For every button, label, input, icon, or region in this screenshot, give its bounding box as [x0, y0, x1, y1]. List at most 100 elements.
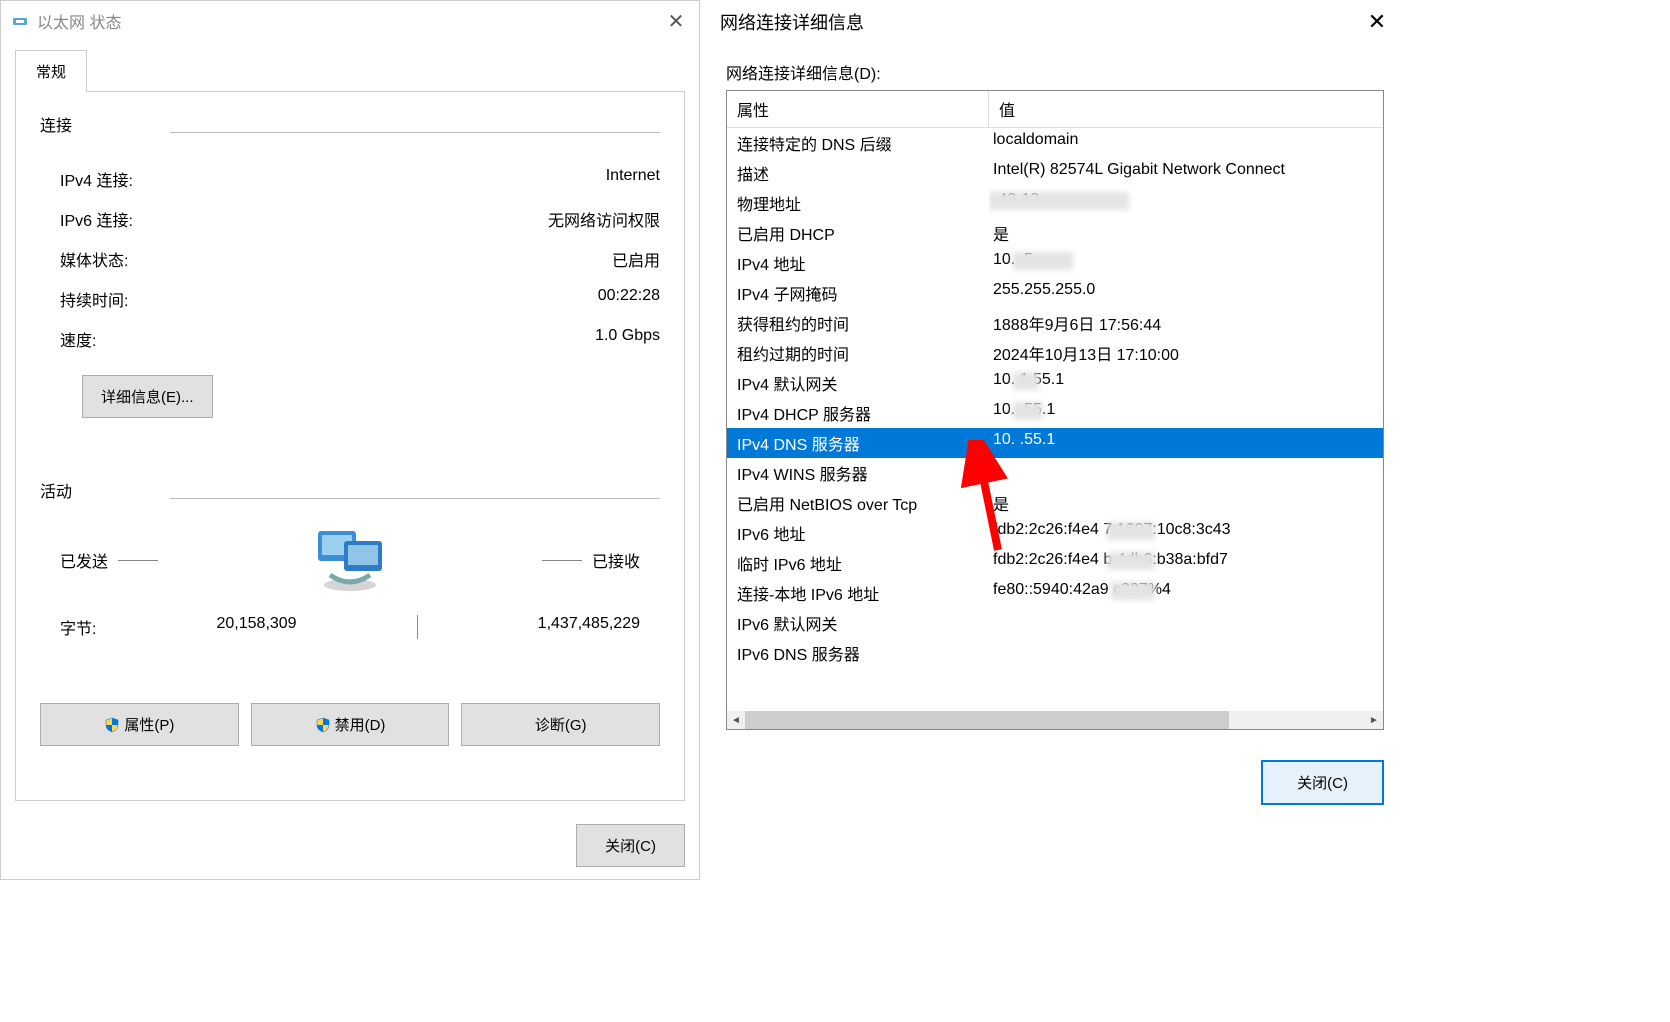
tab-general[interactable]: 常规 [15, 50, 87, 92]
td-property: IPv4 DHCP 服务器 [727, 398, 989, 428]
duration-value: 00:22:28 [598, 287, 660, 311]
properties-button[interactable]: 属性(P) [40, 703, 239, 746]
properties-label: 属性(P) [124, 714, 174, 735]
table-row[interactable]: IPv4 DHCP 服务器10. .55.1 [727, 398, 1383, 428]
tab-panel: 连接 IPv4 连接: Internet IPv6 连接: 无网络访问权限 媒体… [15, 91, 685, 801]
details-close-button[interactable]: 关闭(C) [1261, 760, 1384, 805]
td-value [989, 608, 1383, 638]
duration-label: 持续时间: [60, 287, 128, 311]
td-property: IPv4 默认网关 [727, 368, 989, 398]
td-value: 255.255.255.0 [989, 278, 1383, 308]
ipv6-row: IPv6 连接: 无网络访问权限 [40, 199, 660, 239]
table-row[interactable]: 物理地址 -43-13 [727, 188, 1383, 218]
horizontal-scrollbar[interactable]: ◄ ► [727, 711, 1383, 729]
td-property: IPv6 地址 [727, 518, 989, 548]
table-row[interactable]: IPv4 DNS 服务器10. .55.1 [727, 428, 1383, 458]
table-row[interactable]: IPv6 默认网关 [727, 608, 1383, 638]
details-titlebar[interactable]: 网络连接详细信息 ✕ [710, 0, 1400, 44]
close-button[interactable]: 关闭(C) [576, 824, 685, 867]
ipv6-label: IPv6 连接: [60, 207, 133, 231]
td-value: 是 [989, 488, 1383, 518]
speed-row: 速度: 1.0 Gbps [40, 319, 660, 359]
td-property: IPv6 DNS 服务器 [727, 638, 989, 668]
details-table: 属性 值 连接特定的 DNS 后缀localdomain描述Intel(R) 8… [726, 90, 1384, 730]
td-value: 10. .55.1 [989, 398, 1383, 428]
details-title: 网络连接详细信息 [720, 9, 864, 35]
td-value: -43-13 [989, 188, 1383, 218]
td-property: 描述 [727, 158, 989, 188]
computers-icon [310, 525, 390, 595]
td-value [989, 638, 1383, 668]
td-value [989, 458, 1383, 488]
td-value: 10. .5 [989, 248, 1383, 278]
duration-row: 持续时间: 00:22:28 [40, 279, 660, 319]
td-value: 10. .55.1 [989, 428, 1383, 458]
th-value[interactable]: 值 [989, 91, 1383, 127]
status-title: 以太网 状态 [37, 9, 121, 33]
th-property[interactable]: 属性 [727, 91, 989, 127]
status-titlebar[interactable]: 以太网 状态 ✕ [1, 1, 699, 41]
table-row[interactable]: IPv6 地址fdb2:2c26:f4e4 7:1607:10c8:3c43 [727, 518, 1383, 548]
td-value: fdb2:2c26:f4e4 b:4db6:b38a:bfd7 [989, 548, 1383, 578]
bytes-sent: 20,158,309 [217, 615, 297, 639]
dash [118, 560, 158, 561]
shield-icon [315, 717, 331, 733]
td-value: Intel(R) 82574L Gigabit Network Connect [989, 158, 1383, 188]
table-row[interactable]: IPv4 WINS 服务器 [727, 458, 1383, 488]
td-property: IPv4 DNS 服务器 [727, 428, 989, 458]
divider [417, 615, 418, 639]
table-row[interactable]: IPv4 默认网关10. 1.55.1 [727, 368, 1383, 398]
disable-button[interactable]: 禁用(D) [251, 703, 450, 746]
bytes-label: 字节: [60, 615, 96, 639]
ipv6-value: 无网络访问权限 [548, 207, 660, 231]
td-property: 已启用 DHCP [727, 218, 989, 248]
table-row[interactable]: IPv4 子网掩码255.255.255.0 [727, 278, 1383, 308]
td-property: 连接-本地 IPv6 地址 [727, 578, 989, 608]
details-button[interactable]: 详细信息(E)... [82, 375, 213, 418]
td-value: fe80::5940:42a9 c327%4 [989, 578, 1383, 608]
td-value: 1888年9月6日 17:56:44 [989, 308, 1383, 338]
close-icon[interactable]: ✕ [1354, 0, 1400, 44]
sent-label: 已发送 [60, 548, 108, 572]
table-row[interactable]: 已启用 NetBIOS over Tcp是 [727, 488, 1383, 518]
td-property: 连接特定的 DNS 后缀 [727, 128, 989, 158]
scroll-track[interactable] [745, 711, 1365, 729]
recv-label: 已接收 [592, 548, 640, 572]
td-property: 租约过期的时间 [727, 338, 989, 368]
scroll-left-icon[interactable]: ◄ [727, 711, 745, 729]
scroll-thumb[interactable] [745, 711, 1229, 729]
table-header: 属性 值 [727, 91, 1383, 128]
ipv4-label: IPv4 连接: [60, 167, 133, 191]
td-value: 2024年10月13日 17:10:00 [989, 338, 1383, 368]
td-property: IPv6 默认网关 [727, 608, 989, 638]
td-property: 物理地址 [727, 188, 989, 218]
bytes-recv: 1,437,485,229 [538, 615, 640, 639]
td-value: 10. 1.55.1 [989, 368, 1383, 398]
ipv4-row: IPv4 连接: Internet [40, 159, 660, 199]
shield-icon [104, 717, 120, 733]
ethernet-status-dialog: 以太网 状态 ✕ 常规 连接 IPv4 连接: Internet IPv6 连接… [0, 0, 700, 880]
speed-label: 速度: [60, 327, 96, 351]
td-value: 是 [989, 218, 1383, 248]
close-icon[interactable]: ✕ [653, 1, 699, 41]
td-property: IPv4 子网掩码 [727, 278, 989, 308]
table-row[interactable]: 已启用 DHCP是 [727, 218, 1383, 248]
diagnose-button[interactable]: 诊断(G) [461, 703, 660, 746]
td-property: 临时 IPv6 地址 [727, 548, 989, 578]
td-value: localdomain [989, 128, 1383, 158]
td-value: fdb2:2c26:f4e4 7:1607:10c8:3c43 [989, 518, 1383, 548]
td-property: IPv4 WINS 服务器 [727, 458, 989, 488]
details-section-label: 网络连接详细信息(D): [726, 60, 1384, 84]
connection-group-label: 连接 [40, 112, 660, 140]
table-row[interactable]: 获得租约的时间1888年9月6日 17:56:44 [727, 308, 1383, 338]
dash [542, 560, 582, 561]
table-row[interactable]: 描述Intel(R) 82574L Gigabit Network Connec… [727, 158, 1383, 188]
scroll-right-icon[interactable]: ► [1365, 711, 1383, 729]
table-row[interactable]: 连接-本地 IPv6 地址fe80::5940:42a9 c327%4 [727, 578, 1383, 608]
table-row[interactable]: IPv6 DNS 服务器 [727, 638, 1383, 668]
td-property: IPv4 地址 [727, 248, 989, 278]
table-row[interactable]: 临时 IPv6 地址fdb2:2c26:f4e4 b:4db6:b38a:bfd… [727, 548, 1383, 578]
table-row[interactable]: 连接特定的 DNS 后缀localdomain [727, 128, 1383, 158]
table-row[interactable]: 租约过期的时间2024年10月13日 17:10:00 [727, 338, 1383, 368]
table-row[interactable]: IPv4 地址10. .5 [727, 248, 1383, 278]
